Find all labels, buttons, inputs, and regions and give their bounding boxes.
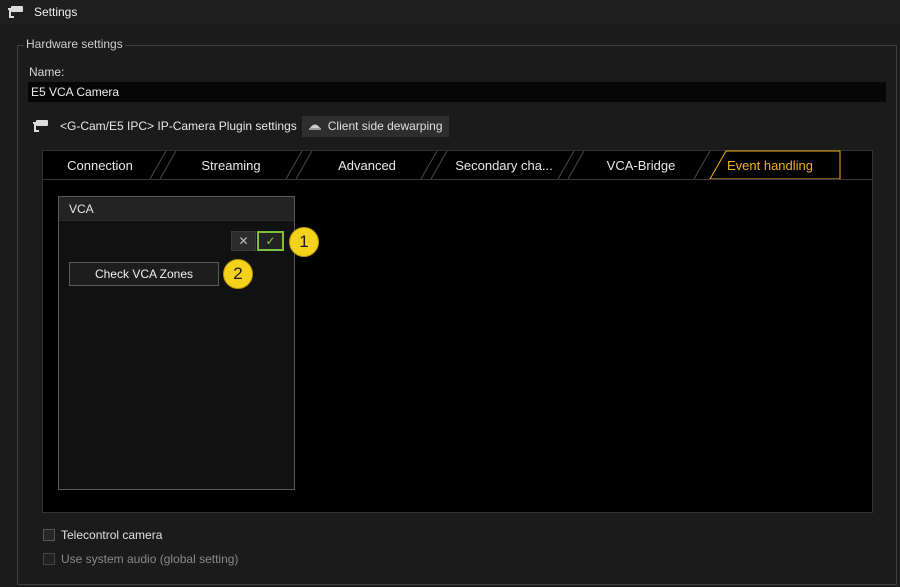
use-system-audio-option[interactable]: Use system audio (global setting): [43, 551, 238, 567]
hardware-settings-legend: Hardware settings: [24, 37, 125, 51]
close-icon: ✕: [238, 234, 249, 248]
window-title: Settings: [34, 5, 78, 19]
name-label: Name:: [29, 65, 65, 79]
callout-badge-2: 2: [223, 259, 253, 289]
telecontrol-camera-checkbox[interactable]: [43, 529, 55, 541]
vca-toggle-off[interactable]: ✕: [231, 231, 256, 251]
tab-strip-divider: [43, 179, 873, 180]
telecontrol-camera-label: Telecontrol camera: [61, 528, 163, 542]
vca-group-title: VCA: [59, 197, 294, 221]
client-side-dewarping-label: Client side dewarping: [327, 119, 443, 133]
name-field[interactable]: [28, 82, 886, 102]
telecontrol-camera-option[interactable]: Telecontrol camera: [43, 527, 162, 543]
tab-advanced[interactable]: Advanced: [312, 151, 422, 179]
camera-icon: [8, 6, 23, 18]
callout-badge-1: 1: [289, 227, 319, 257]
tab-vca-bridge[interactable]: VCA-Bridge: [586, 151, 696, 179]
plugin-row: <G-Cam/E5 IPC> IP-Camera Plugin settings…: [32, 115, 449, 137]
tab-streaming[interactable]: Streaming: [176, 151, 286, 179]
tab-secondary-channel[interactable]: Secondary cha...: [448, 151, 560, 179]
use-system-audio-checkbox[interactable]: [43, 553, 55, 565]
check-vca-zones-button[interactable]: Check VCA Zones: [69, 262, 219, 286]
camera-icon: [33, 120, 48, 132]
checkmark-icon: ✓: [265, 234, 276, 248]
use-system-audio-label: Use system audio (global setting): [61, 552, 239, 566]
tab-connection[interactable]: Connection: [48, 151, 152, 179]
vca-toggle-on[interactable]: ✓: [257, 231, 284, 251]
client-side-dewarping-button[interactable]: Client side dewarping: [301, 115, 449, 137]
tab-event-handling[interactable]: Event handling: [712, 151, 828, 179]
plugin-settings-label: <G-Cam/E5 IPC> IP-Camera Plugin settings: [60, 119, 297, 133]
title-bar: Settings: [0, 0, 900, 24]
dome-camera-icon: [308, 124, 321, 130]
